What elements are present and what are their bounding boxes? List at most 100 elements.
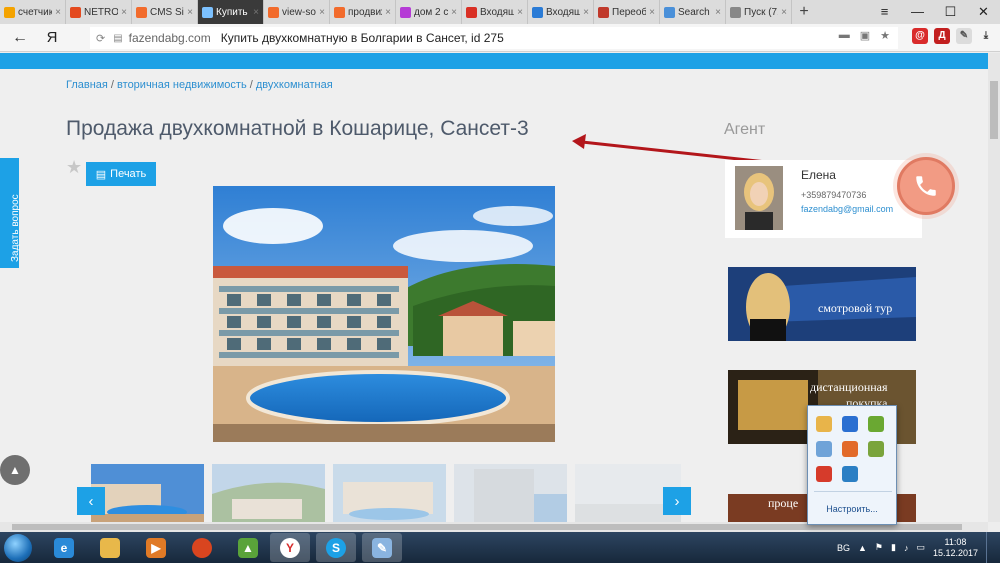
chart-app-icon[interactable]: ▲ (228, 533, 268, 562)
start-button[interactable] (4, 534, 32, 562)
bookmark-star-icon[interactable]: ★ (880, 29, 890, 42)
browser-tab-bar: счетчик×NETROX×CMS Site×Купить×view-sour… (0, 0, 1000, 24)
tab-12[interactable]: Пуск (718× (726, 0, 792, 24)
media-player-icon[interactable]: ▶ (136, 533, 176, 562)
filmora-icon[interactable] (182, 533, 222, 562)
thumbnail-2[interactable] (212, 464, 325, 522)
tab-11[interactable]: Search Co× (660, 0, 726, 24)
yandex-logo[interactable]: Я (40, 29, 64, 46)
tab-favicon-icon (70, 6, 81, 18)
tab-label: счетчик (18, 6, 53, 18)
tab-9[interactable]: Входящи× (528, 0, 594, 24)
star-icon[interactable]: ★ (66, 157, 82, 178)
thumbnail-4[interactable] (454, 464, 567, 522)
tab-4[interactable]: Купить × (198, 0, 264, 24)
explorer-icon[interactable] (90, 533, 130, 562)
site-header-strip (0, 53, 988, 69)
thumbnail-prev-button[interactable]: ‹ (77, 487, 105, 515)
new-tab-button[interactable]: + (792, 3, 816, 21)
tab-close-icon[interactable]: × (121, 7, 127, 18)
tab-10[interactable]: Переобн× (594, 0, 660, 24)
tab-3[interactable]: CMS Site× (132, 0, 198, 24)
minimize-button[interactable]: — (901, 4, 934, 20)
tab-2[interactable]: NETROX× (66, 0, 132, 24)
tab-close-icon[interactable]: × (385, 7, 391, 18)
ask-question-tab[interactable]: Задать вопрос (0, 158, 21, 268)
skype-icon[interactable]: S (316, 533, 356, 562)
tray-expand-icon[interactable]: ▲ (858, 543, 867, 553)
thumbnail-3[interactable] (333, 464, 446, 522)
tab-close-icon[interactable]: × (715, 7, 721, 18)
tray-app-icon-8[interactable] (842, 466, 858, 482)
tray-app-icon-1[interactable] (816, 416, 832, 432)
breadcrumb-home[interactable]: Главная (66, 79, 108, 91)
tab-6[interactable]: продвиж× (330, 0, 396, 24)
clock[interactable]: 11:08 15.12.2017 (933, 537, 978, 559)
tab-8[interactable]: Входящи× (462, 0, 528, 24)
reload-icon[interactable]: ⟳ (96, 32, 105, 45)
reader-icon[interactable]: ▬ (839, 29, 850, 42)
vertical-scrollbar[interactable] (988, 53, 1000, 522)
close-window-button[interactable]: ✕ (967, 4, 1000, 20)
callback-button[interactable] (897, 157, 955, 215)
tab-label: Search Co (678, 6, 712, 18)
tray-app-icon-4[interactable] (816, 441, 832, 457)
thumbnail-next-button[interactable]: › (663, 487, 691, 515)
tray-app-icon-6[interactable] (868, 441, 884, 457)
tab-7[interactable]: дом 2 сн× (396, 0, 462, 24)
scroll-to-top-button[interactable]: ▲ (0, 455, 30, 485)
language-indicator[interactable]: BG (837, 543, 850, 553)
protect-icon[interactable]: ▣ (860, 29, 870, 42)
main-property-photo[interactable] (213, 186, 555, 442)
tab-label: NETROX (84, 6, 118, 18)
tab-1[interactable]: счетчик × (0, 0, 66, 24)
back-button[interactable]: ← (0, 29, 40, 47)
tray-icon-grid (816, 416, 890, 482)
tab-close-icon[interactable]: × (187, 7, 193, 18)
tray-app-icon-3[interactable] (868, 416, 884, 432)
tab-favicon-icon (532, 6, 543, 18)
print-button[interactable]: ▤ Печать (86, 162, 156, 186)
banner-viewing-tour[interactable]: смотровой тур (728, 267, 916, 341)
site-info-icon[interactable]: ▤ (113, 33, 122, 44)
tab-close-icon[interactable]: × (583, 7, 589, 18)
network-icon[interactable]: ▮ (891, 542, 896, 553)
tab-close-icon[interactable]: × (319, 7, 325, 18)
agent-email[interactable]: fazendabg@gmail.com (801, 204, 893, 214)
yandex-browser-icon[interactable]: Y (270, 533, 310, 562)
thumbnail-1[interactable] (91, 464, 204, 522)
extension-mail-icon[interactable]: @ (912, 28, 928, 44)
downloads-icon[interactable]: ⤓ (978, 28, 994, 44)
tab-close-icon[interactable]: × (451, 7, 457, 18)
tab-favicon-icon (136, 6, 147, 18)
tray-customize-link[interactable]: Настроить... (808, 504, 896, 514)
system-tray: BG ▲ ⚑ ▮ ♪ ▭ 11:08 15.12.2017 (837, 532, 1000, 563)
vertical-scrollbar-thumb[interactable] (990, 81, 998, 139)
tray-app-icon-5[interactable] (842, 441, 858, 457)
paint-icon[interactable]: ✎ (362, 533, 402, 562)
tray-app-icon-7[interactable] (816, 466, 832, 482)
extension-notes-icon[interactable]: ✎ (956, 28, 972, 44)
tab-close-icon[interactable]: × (55, 7, 61, 18)
tab-list: счетчик×NETROX×CMS Site×Купить×view-sour… (0, 0, 792, 24)
tab-5[interactable]: view-sour× (264, 0, 330, 24)
tab-close-icon[interactable]: × (649, 7, 655, 18)
tab-close-icon[interactable]: × (253, 7, 259, 18)
volume-icon[interactable]: ♪ (904, 543, 909, 553)
tab-label: Входящи (480, 6, 514, 18)
tab-label: продвиж (348, 6, 382, 18)
ie-icon[interactable]: e (44, 533, 84, 562)
flag-icon[interactable]: ⚑ (875, 542, 883, 553)
extension-d-icon[interactable]: Д (934, 28, 950, 44)
tab-close-icon[interactable]: × (517, 7, 523, 18)
tab-close-icon[interactable]: × (781, 7, 787, 18)
show-desktop-button[interactable] (986, 532, 994, 563)
menu-button[interactable]: ≡ (868, 4, 901, 20)
breadcrumb-secondary[interactable]: вторичная недвижимость (117, 79, 247, 91)
maximize-button[interactable]: ☐ (934, 4, 967, 20)
tray-app-icon-2[interactable] (842, 416, 858, 432)
breadcrumb-two-room[interactable]: двухкомнатная (256, 79, 333, 91)
power-icon[interactable]: ▭ (916, 542, 925, 553)
url-field[interactable]: ⟳ ▤ fazendabg.com Купить двухкомнатную в… (90, 27, 898, 49)
agent-phone[interactable]: +359879470736 (801, 190, 866, 200)
